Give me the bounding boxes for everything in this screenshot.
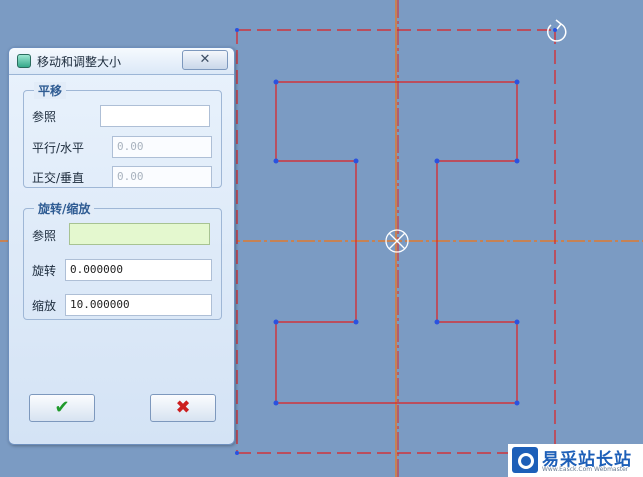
vertex <box>353 158 359 164</box>
watermark: 易采站长站 Www.Easck.Com Webmaster <box>508 444 643 477</box>
translate-reference-label: 参照 <box>32 110 57 124</box>
rotate-reference-label: 参照 <box>32 229 57 243</box>
vertex <box>273 79 279 85</box>
app-icon <box>17 54 31 68</box>
vertex <box>553 28 557 32</box>
vertex <box>514 158 520 164</box>
parallel-label: 平行/水平 <box>32 141 85 155</box>
rotate-scale-group: 旋转/缩放 参照 旋转 0.000000 缩放 10.000000 <box>23 200 222 320</box>
dialog-titlebar[interactable]: 移动和调整大小 ✕ <box>9 48 234 75</box>
vertex <box>235 28 239 32</box>
rotate-scale-group-title: 旋转/缩放 <box>34 200 95 217</box>
watermark-subtext: Www.Easck.Com Webmaster <box>542 466 629 473</box>
normal-label: 正交/垂直 <box>32 171 85 185</box>
dialog-title: 移动和调整大小 <box>37 55 122 69</box>
rotate-label: 旋转 <box>32 264 57 278</box>
vertex <box>273 158 279 164</box>
watermark-logo-icon <box>512 447 538 473</box>
vertex <box>514 319 520 325</box>
vertex <box>514 79 520 85</box>
translate-reference-field[interactable] <box>100 105 210 127</box>
rotate-field[interactable]: 0.000000 <box>65 259 212 281</box>
vertex <box>434 319 440 325</box>
move-resize-dialog: 移动和调整大小 ✕ 平移 参照 平行/水平 0.00 正交/垂直 0.00 旋转… <box>8 47 235 445</box>
normal-field[interactable]: 0.00 <box>112 166 212 188</box>
cross-icon: ✖ <box>175 397 191 418</box>
vertex <box>353 319 359 325</box>
cancel-button[interactable]: ✖ <box>150 394 216 422</box>
ok-button[interactable]: ✔ <box>29 394 95 422</box>
rotate-reference-field[interactable] <box>69 223 210 245</box>
translate-group: 平移 参照 平行/水平 0.00 正交/垂直 0.00 <box>23 82 222 188</box>
translate-group-title: 平移 <box>34 82 67 99</box>
checkmark-icon: ✔ <box>54 397 70 418</box>
parallel-field[interactable]: 0.00 <box>112 136 212 158</box>
close-button[interactable]: ✕ <box>182 50 228 70</box>
vertex <box>273 400 279 406</box>
vertex <box>235 451 239 455</box>
vertex <box>514 400 520 406</box>
scale-label: 缩放 <box>32 299 57 313</box>
scale-field[interactable]: 10.000000 <box>65 294 212 316</box>
close-icon: ✕ <box>199 52 211 67</box>
vertex <box>273 319 279 325</box>
vertex <box>434 158 440 164</box>
